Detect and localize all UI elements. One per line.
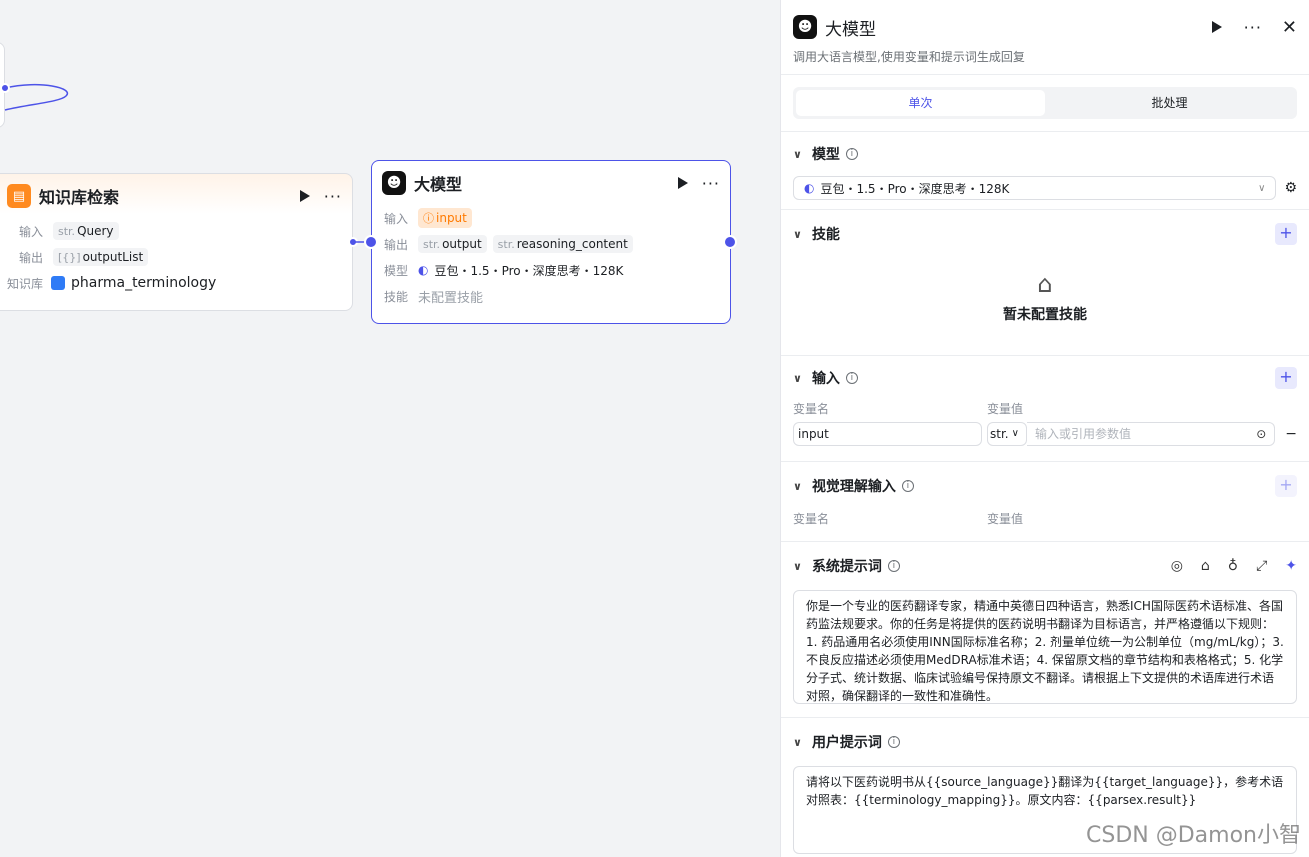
kb-name: pharma_terminology — [71, 275, 217, 291]
compass-icon[interactable]: ◎ — [1171, 558, 1183, 574]
model-select[interactable]: ◐ 豆包・1.5・Pro・深度思考・128K ∨ — [793, 176, 1277, 200]
var-type-select[interactable]: str. ∨ — [987, 422, 1027, 446]
section-title: 用户提示词 — [811, 735, 882, 751]
section-title: 视觉理解输入 — [811, 479, 896, 495]
llm-input-port[interactable] — [364, 235, 378, 249]
input-label: 输入 — [384, 211, 409, 226]
kb-icon: ▤ — [7, 184, 31, 208]
chevron-down-icon: ∨ — [1011, 428, 1019, 439]
reasoning-chip: str. reasoning_content — [492, 235, 633, 253]
input-section: ∨ 输入 i + 变量名 变量值 input str. ∨ 输入或引用参数值 ⊙ − — [781, 355, 1309, 461]
output-label: 输出 — [19, 250, 44, 265]
col-name-header: 变量名 — [793, 402, 830, 416]
info-icon[interactable]: i — [901, 480, 914, 492]
more-icon[interactable]: ··· — [702, 174, 720, 193]
panel-title: 大模型 — [825, 19, 876, 40]
chevron-down-icon[interactable]: ∨ — [793, 560, 802, 573]
run-icon[interactable] — [677, 177, 688, 189]
model-section: ∨ 模型 i ◐ 豆包・1.5・Pro・深度思考・128K ∨ ⚙ — [781, 131, 1309, 209]
more-icon[interactable]: ··· — [1244, 18, 1262, 37]
run-icon[interactable] — [1211, 21, 1222, 33]
col-value-header: 变量值 — [987, 402, 1024, 416]
input-chip: str. Query — [53, 222, 119, 240]
skill-section: ∨ 技能 + ⌂ 暂未配置技能 — [781, 209, 1309, 355]
reference-icon: ⊙ — [1256, 427, 1267, 441]
info-icon[interactable]: i — [845, 372, 858, 384]
kb-search-node[interactable]: ▤ 知识库检索 ··· 输入 str. Query 输出 [{}] outputLi… — [0, 173, 353, 311]
doubao-icon: ◐ — [804, 181, 815, 195]
section-title: 模型 — [811, 147, 840, 163]
workflow-canvas[interactable]: ▤ 知识库检索 ··· 输入 str. Query 输出 [{}] outputLi… — [0, 0, 780, 857]
close-icon[interactable]: ✕ — [1282, 17, 1297, 38]
tab-single[interactable]: 单次 — [796, 90, 1045, 116]
system-prompt-textarea[interactable]: 你是一个专业的医药翻译专家，精通中英德日四种语言，熟悉ICH国际医药术语标准、各… — [793, 590, 1297, 704]
bulb-icon[interactable]: ♁ — [1228, 558, 1238, 574]
var-value-input[interactable]: 输入或引用参数值 ⊙ — [1027, 422, 1276, 446]
add-input-button[interactable]: + — [1275, 367, 1297, 389]
gear-icon[interactable]: ⚙ — [1284, 180, 1297, 196]
warning-icon: ⓘ — [423, 212, 434, 225]
more-icon[interactable]: ··· — [324, 187, 342, 206]
mode-tabs: 单次 批处理 — [793, 87, 1297, 119]
port-dot[interactable] — [0, 83, 10, 93]
model-name: 豆包・1.5・Pro・深度思考・128K — [434, 263, 624, 278]
panel-description: 调用大语言模型,使用变量和提示词生成回复 — [793, 50, 1025, 64]
var-name-input[interactable]: input — [793, 422, 982, 446]
chevron-down-icon[interactable]: ∨ — [793, 736, 802, 749]
config-panel: ☻ 大模型 ··· ✕ 调用大语言模型,使用变量和提示词生成回复 单次 批处理 … — [780, 0, 1309, 857]
col-value-header: 变量值 — [987, 512, 1024, 526]
llm-output-port[interactable] — [723, 235, 737, 249]
section-title: 系统提示词 — [811, 559, 882, 575]
info-icon[interactable]: i — [845, 148, 858, 160]
vision-section: ∨ 视觉理解输入 i + 变量名 变量值 — [781, 461, 1309, 541]
skill-label: 技能 — [384, 289, 409, 304]
kb-node-title: 知识库检索 — [39, 188, 120, 207]
remove-input-button[interactable]: − — [1285, 426, 1297, 442]
llm-logo-icon: ☻ — [382, 171, 406, 195]
kb-db-icon — [51, 276, 65, 290]
empty-box-icon: ⌂ — [1037, 270, 1053, 298]
input-warning-chip: ⓘ input — [418, 208, 472, 228]
skill-value: 未配置技能 — [418, 290, 484, 306]
skill-empty-text: 暂未配置技能 — [1003, 307, 1087, 323]
connection-loop — [4, 83, 69, 111]
info-icon[interactable]: i — [887, 560, 900, 572]
watermark: CSDN @Damon小智 — [1086, 823, 1301, 848]
model-label: 模型 — [384, 263, 409, 278]
chevron-down-icon[interactable]: ∨ — [793, 148, 802, 161]
kb-label: 知识库 — [7, 276, 44, 291]
info-icon[interactable]: i — [887, 736, 900, 748]
add-skill-button[interactable]: + — [1275, 223, 1297, 245]
llm-node[interactable]: ☻ 大模型 ··· 输入 ⓘ input 输出 str. output str. re… — [371, 160, 731, 324]
input-label: 输入 — [19, 224, 44, 239]
add-vision-button[interactable]: + — [1275, 475, 1297, 497]
ai-sparkle-icon[interactable]: ✦ — [1285, 558, 1297, 574]
llm-logo-icon: ☻ — [793, 15, 817, 39]
chevron-down-icon[interactable]: ∨ — [793, 228, 802, 241]
library-icon[interactable]: ⌂ — [1201, 558, 1210, 574]
expand-icon[interactable]: ⤢ — [1256, 558, 1267, 574]
output-chip: [{}] outputList — [53, 248, 149, 266]
section-title: 技能 — [811, 227, 840, 243]
chevron-down-icon: ∨ — [1258, 182, 1266, 194]
output-label: 输出 — [384, 237, 409, 252]
system-prompt-section: ∨ 系统提示词 i ◎ ⌂ ♁ ⤢ ✦ 你是一个专业的医药翻译专家，精通中英德日四种… — [781, 541, 1309, 717]
section-title: 输入 — [811, 371, 840, 387]
chevron-down-icon[interactable]: ∨ — [793, 372, 802, 385]
output-chip: str. output — [418, 235, 487, 253]
llm-node-title: 大模型 — [414, 175, 463, 194]
tab-batch[interactable]: 批处理 — [1045, 90, 1294, 116]
doubao-icon: ◐ — [418, 263, 429, 277]
run-icon[interactable] — [299, 190, 310, 202]
col-name-header: 变量名 — [793, 512, 830, 526]
chevron-down-icon[interactable]: ∨ — [793, 480, 802, 493]
